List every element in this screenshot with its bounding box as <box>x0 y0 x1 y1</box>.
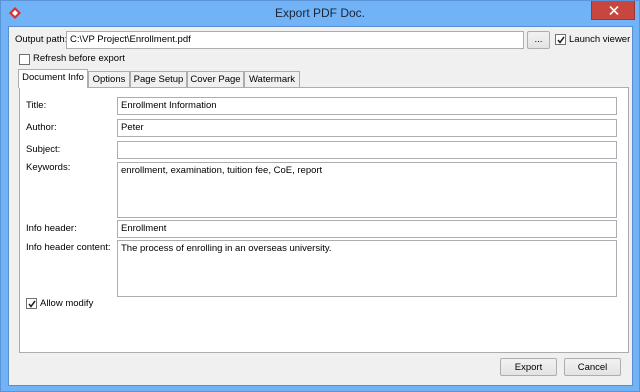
browse-button[interactable]: ... <box>527 31 550 49</box>
dialog-body: Output path: C:\VP Project\Enrollment.pd… <box>8 26 633 386</box>
allow-modify-label: Allow modify <box>40 298 94 309</box>
window-title: Export PDF Doc. <box>274 6 366 20</box>
export-button[interactable]: Export <box>500 358 557 376</box>
tab-cover-page[interactable]: Cover Page <box>187 71 244 88</box>
tab-options[interactable]: Options <box>88 71 130 88</box>
info-header-content-textarea[interactable]: The process of enrolling in an overseas … <box>117 240 617 297</box>
title-bar[interactable]: Export PDF Doc. <box>1 1 639 26</box>
document-info-panel: Title: Enrollment Information Author: Pe… <box>19 87 629 353</box>
close-button[interactable] <box>591 1 635 20</box>
launch-viewer-checkbox[interactable] <box>555 34 566 45</box>
output-path-field[interactable]: C:\VP Project\Enrollment.pdf <box>66 31 524 49</box>
keywords-label: Keywords: <box>26 162 71 173</box>
info-header-field[interactable]: Enrollment <box>117 220 617 238</box>
cancel-button[interactable]: Cancel <box>564 358 621 376</box>
close-icon <box>609 6 619 15</box>
allow-modify-checkbox[interactable] <box>26 298 37 309</box>
output-path-label: Output path: <box>15 34 68 45</box>
checkmark-icon <box>28 300 36 308</box>
export-pdf-dialog: Export PDF Doc. Output path: C:\VP Proje… <box>0 0 640 392</box>
tab-watermark[interactable]: Watermark <box>244 71 300 88</box>
keywords-textarea[interactable]: enrollment, examination, tuition fee, Co… <box>117 162 617 218</box>
checkmark-icon <box>557 36 565 44</box>
title-label: Title: <box>26 100 47 111</box>
author-label: Author: <box>26 122 57 133</box>
launch-viewer-label: Launch viewer <box>569 34 631 45</box>
subject-field[interactable] <box>117 141 617 159</box>
tab-page-setup[interactable]: Page Setup <box>130 71 187 88</box>
subject-label: Subject: <box>26 144 61 155</box>
title-field[interactable]: Enrollment Information <box>117 97 617 115</box>
author-field[interactable]: Peter <box>117 119 617 137</box>
info-header-label: Info header: <box>26 223 77 234</box>
refresh-before-export-label: Refresh before export <box>33 53 125 64</box>
tab-document-info[interactable]: Document Info <box>18 69 88 88</box>
info-header-content-label: Info header content: <box>26 242 111 253</box>
refresh-before-export-checkbox[interactable] <box>19 54 30 65</box>
